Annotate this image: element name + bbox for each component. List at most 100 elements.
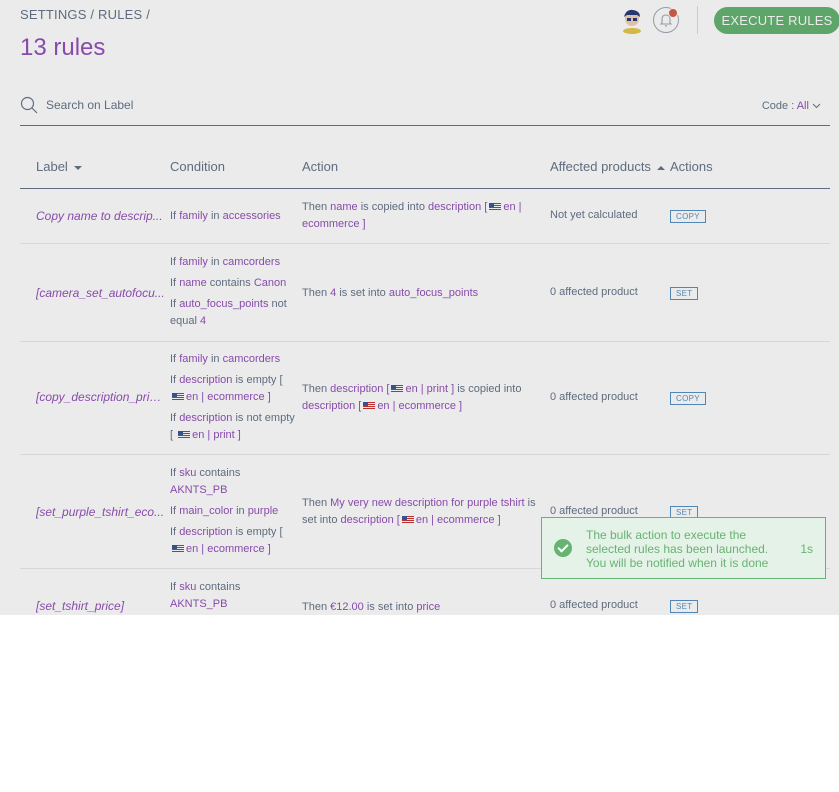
rule-action: Then description [en | print ] is copied…: [302, 381, 544, 415]
table-row[interactable]: [camera_set_autofocu... If family in cam…: [20, 244, 830, 342]
affected-products: Not yet calculated: [550, 209, 638, 221]
breadcrumb-separator: /: [90, 7, 95, 22]
scope: en | ecommerce ]: [377, 400, 463, 412]
text: If: [170, 256, 177, 268]
text: If: [170, 210, 177, 222]
text: If: [170, 353, 177, 365]
rule-condition: If sku contains AKNTS_PB If main_color i…: [170, 465, 295, 558]
toast-message: The bulk action to execute the selected …: [586, 528, 786, 570]
column-action: Action: [302, 159, 339, 174]
sort-down-icon: [73, 165, 82, 170]
rule-condition: If family in camcorders If description i…: [170, 351, 295, 444]
rule-label[interactable]: [set_tshirt_price]: [36, 599, 166, 613]
field: family: [179, 210, 208, 222]
operator: contains: [199, 467, 241, 479]
execute-rules-button[interactable]: EXECUTE RULES: [714, 7, 839, 34]
copy-button[interactable]: Copy: [670, 210, 706, 223]
column-affected[interactable]: Affected products: [550, 159, 665, 174]
rule-label[interactable]: Copy name to descrip...: [36, 209, 166, 223]
value: 4: [199, 315, 207, 327]
value: camcorders: [222, 256, 281, 268]
value: 4: [330, 287, 337, 299]
breadcrumb: Settings / Rules /: [20, 7, 150, 22]
us-flag-icon: [172, 393, 184, 402]
target: price: [416, 601, 441, 613]
text: Then: [302, 383, 328, 395]
value: en | ecommerce ]: [186, 391, 271, 403]
success-toast[interactable]: The bulk action to execute the selected …: [541, 517, 826, 579]
code-filter-label: Code :: [761, 100, 795, 112]
scope: en | print ]: [405, 383, 455, 395]
value: AKNTS_PB: [170, 484, 228, 496]
condition-line: If main_color in purple: [170, 503, 295, 520]
us-flag-icon: [391, 385, 404, 394]
field: name: [330, 201, 358, 213]
text: If: [170, 374, 177, 386]
text: If: [170, 581, 177, 593]
toast-time: 1s: [800, 542, 813, 556]
condition-line: If auto_focus_points not equal 4: [170, 296, 295, 330]
text: Then: [302, 497, 328, 509]
rule-action: Then name is copied into description [en…: [302, 199, 544, 233]
condition-line: If description is empty [ en | ecommerce…: [170, 524, 295, 558]
us-flag-icon: [489, 203, 502, 212]
rule-label[interactable]: [copy_description_prin...: [36, 390, 166, 404]
condition-line: If sku contains AKNTS_PB: [170, 465, 295, 499]
operator: is empty [: [235, 374, 283, 386]
value: accessories: [222, 210, 281, 222]
text: If: [170, 412, 177, 424]
search-bar[interactable]: Search on Label: [20, 96, 133, 114]
search-underline: [20, 125, 830, 126]
rule-label[interactable]: [camera_set_autofocu...: [36, 286, 166, 300]
field: sku: [179, 581, 197, 593]
column-affected-text: Affected products: [550, 159, 651, 174]
breadcrumb-settings[interactable]: Settings: [20, 7, 87, 22]
notifications-button[interactable]: [653, 7, 679, 33]
code-filter-value[interactable]: All: [797, 100, 809, 112]
condition-line: If description is not empty [ en | print…: [170, 410, 295, 444]
text: If: [170, 298, 177, 310]
copy-button[interactable]: Copy: [670, 392, 706, 405]
code-filter[interactable]: Code : All: [762, 100, 821, 112]
notification-dot: [668, 8, 678, 18]
search-icon: [20, 96, 38, 114]
table-row[interactable]: [copy_description_prin... If family in c…: [20, 342, 830, 455]
operator: contains: [209, 277, 251, 289]
breadcrumb-rules[interactable]: Rules: [98, 7, 142, 22]
operator: is empty [: [235, 526, 283, 538]
table-row[interactable]: Copy name to descrip... If family in acc…: [20, 189, 830, 244]
sort-up-icon: [656, 165, 665, 170]
column-label[interactable]: Label: [36, 159, 82, 174]
operator: in: [210, 256, 220, 268]
value: €12.00: [330, 601, 364, 613]
table-header: Label Condition Action Affected products…: [20, 150, 830, 189]
field: auto_focus_points: [179, 298, 269, 310]
operator: in: [210, 210, 220, 222]
value: Canon: [253, 277, 287, 289]
avatar[interactable]: [620, 8, 644, 34]
text: Then: [302, 287, 328, 299]
search-input[interactable]: Search on Label: [46, 98, 133, 112]
affected-products: 0 affected product: [550, 286, 638, 298]
condition-line: If family in camcorders: [170, 351, 295, 368]
target: description [: [302, 400, 362, 412]
set-button[interactable]: Set: [670, 287, 699, 300]
condition-line: If name contains Canon: [170, 275, 295, 292]
us-flag-icon: [172, 545, 184, 554]
text: Then: [302, 601, 328, 613]
text: If: [170, 505, 177, 517]
header-divider: [697, 6, 698, 34]
condition-line: If family in camcorders: [170, 254, 295, 271]
rule-label[interactable]: [set_purple_tshirt_eco...: [36, 505, 166, 519]
operator: in: [236, 505, 245, 517]
column-label-text: Label: [36, 159, 68, 174]
us-flag-icon: [363, 402, 376, 411]
text: If: [170, 277, 177, 289]
rule-action: Then My very new description for purple …: [302, 495, 544, 529]
us-flag-icon: [178, 431, 191, 440]
field: description [: [330, 383, 390, 395]
field: description: [179, 526, 233, 538]
condition-line: If description is empty [ en | ecommerce…: [170, 372, 295, 406]
us-flag-icon: [401, 516, 414, 525]
text: If: [170, 467, 177, 479]
